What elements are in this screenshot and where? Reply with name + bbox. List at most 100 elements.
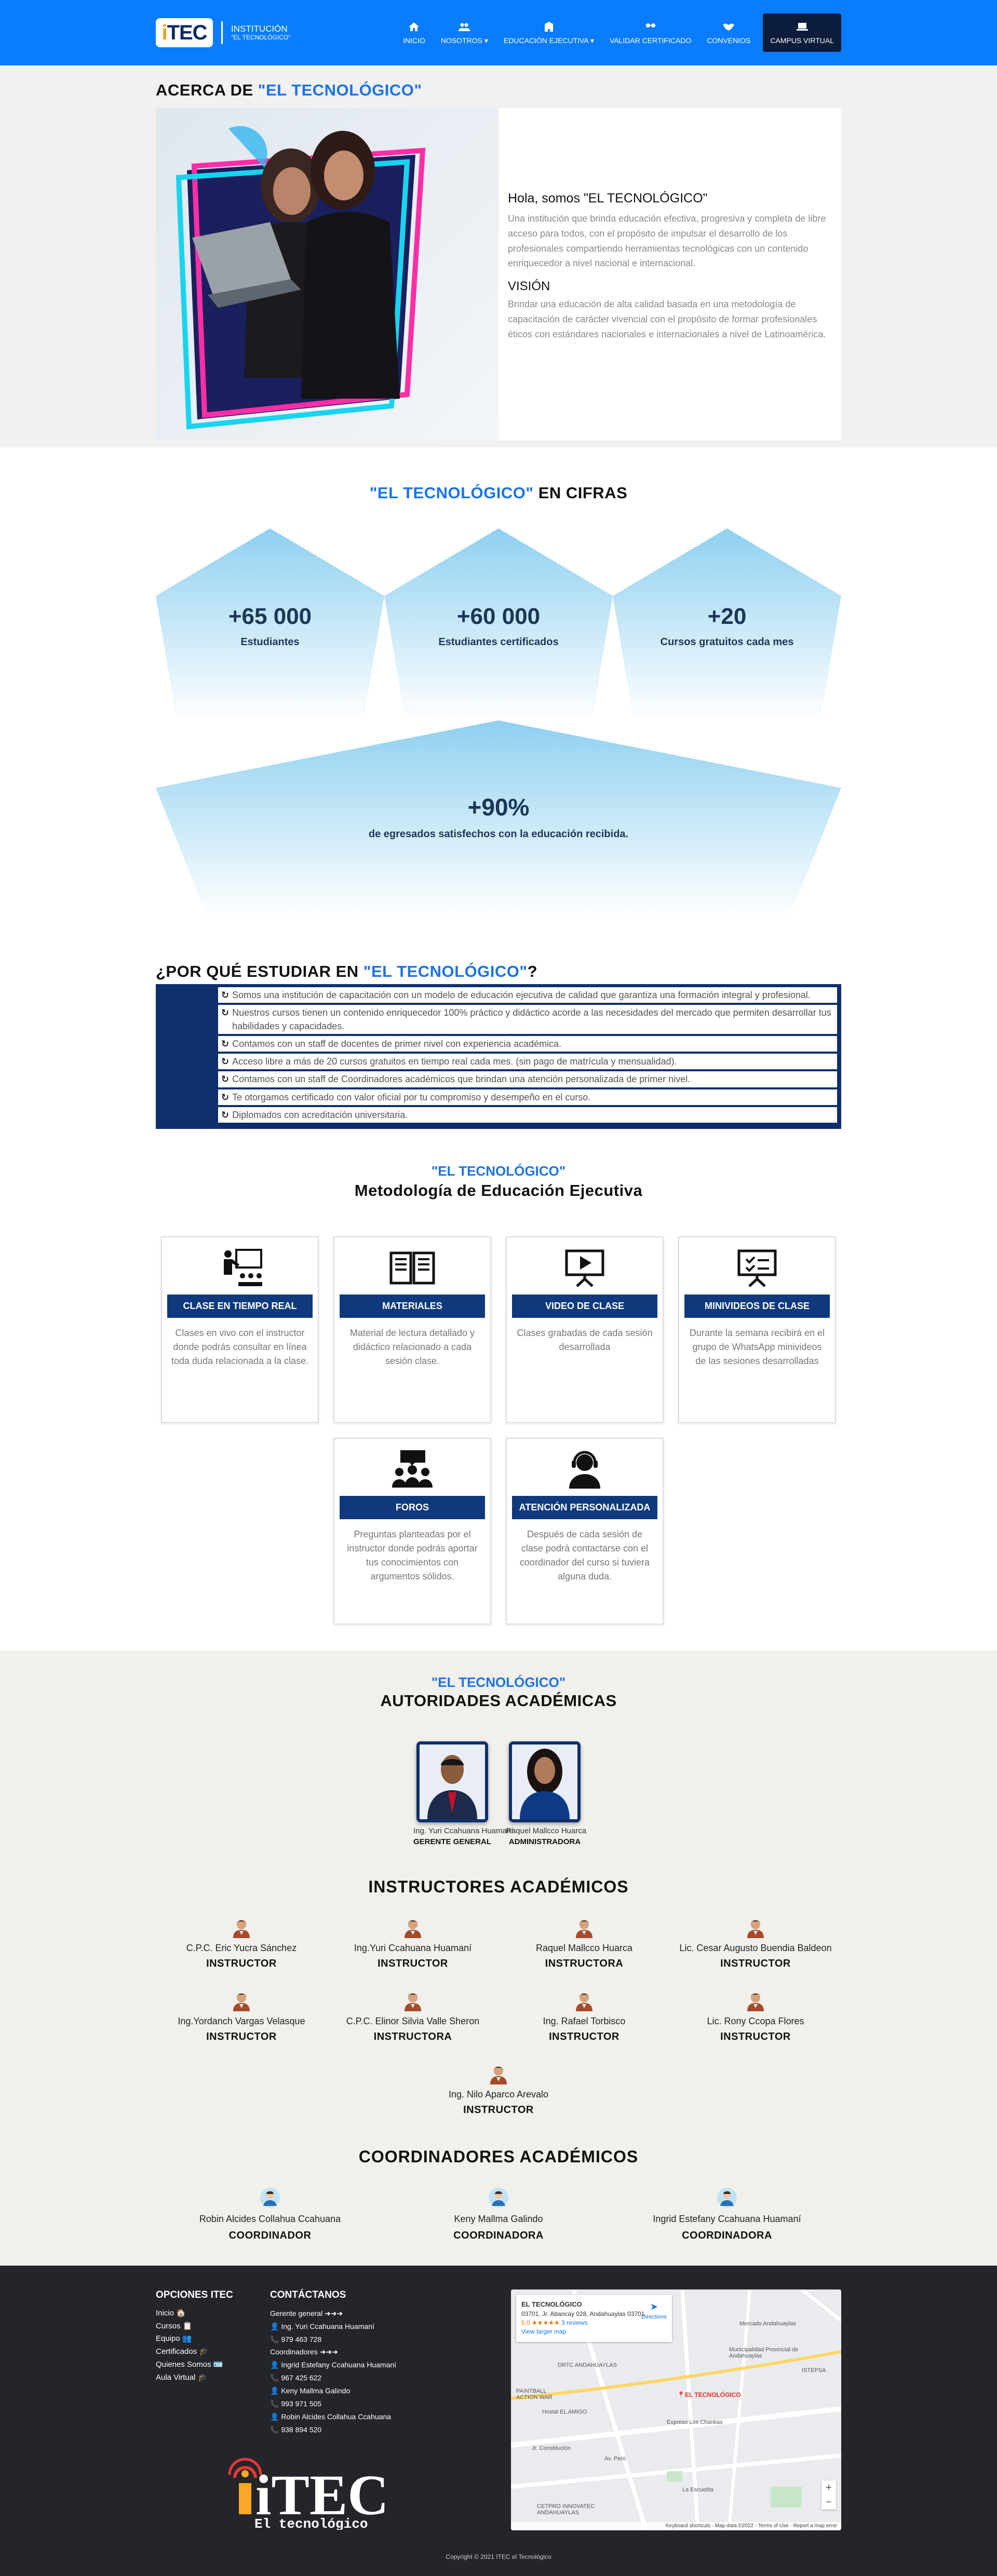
stat-value: +90% [467,794,530,821]
building-icon [544,21,553,32]
list-item: ↻ Acceso libre a más de 20 cursos gratuit… [218,1054,837,1072]
list-item: ↻ Nuestros cursos tienen un contenido enr… [218,1005,837,1037]
map-attribution: Keyboard shortcuts · Map data ©2022 · Te… [511,2522,841,2530]
met-tag: FOROS [340,1495,485,1519]
contact-line: 👤 Ingrid Estefany Ccahuana Huamaní [270,2361,397,2369]
footer-link-quienes-somos[interactable]: Quienes Somos 🪪 [156,2359,270,2371]
contact-line: Coordinadores ➜➜➜ [270,2348,338,2356]
met-tag: MATERIALES [340,1294,485,1318]
stat-cursos-gratuitos: +20 Cursos gratuitos cada mes [613,528,841,720]
instructor-card: Ing. Rafael Torbisco INSTRUCTOR [498,1991,670,2043]
nav-campus-virtual[interactable]: CAMPUS VIRTUAL [763,13,841,52]
brand[interactable]: i TEC INSTITUCIÓN "EL TECNOLÓGICO" [156,18,291,47]
coordinator-name: Robin Alcides Collahua Ccahuana [199,2213,341,2224]
instructor-name: Ing.Yordanch Vargas Velasque [178,2015,305,2026]
met-card-atencion-personalizada: ATENCIÓN PERSONALIZADA Después de cada s… [506,1437,664,1625]
instructores-grid: C.P.C. Eric Yucra Sánchez INSTRUCTOR Ing.… [156,1917,841,2116]
nav-convenios-label: CONVENIOS [707,36,751,45]
contact-line: 📞 967 425 622 [270,2374,322,2382]
met-text: Durante la semana recibirá en el grupo d… [689,1327,825,1366]
contact-line: Gerente general ➜➜➜ [270,2309,343,2318]
map-pin[interactable]: 📍EL TECNOLÓGICO [677,2391,741,2398]
authority-name: Raquel Mallcco Huarca [506,1826,587,1835]
users-icon [459,23,470,31]
about-section: ACERCA DE "EL TECNOLÓGICO" Hola, somos "… [0,65,997,447]
footer-link-equipo[interactable]: Equipo 👥 [156,2333,270,2346]
footer-logo-sub: El tecnológico [254,2516,368,2530]
top-navbar: i TEC INSTITUCIÓN "EL TECNOLÓGICO" INICIO… [0,0,997,65]
instructor-card: Lic. Cesar Augusto Buendia Baldeon INSTRU… [670,1917,841,1970]
footer-link-inicio[interactable]: Inicio 🏠 [156,2307,270,2320]
coordinadores-title: COORDINADORES ACADÉMICOS [358,2147,639,2166]
about-paragraph: Una institución que brinda educación efe… [508,213,826,269]
footer-link-certificados[interactable]: Certificados 🎓 [156,2346,270,2359]
met-text: Clases grabadas de cada sesión desarroll… [517,1327,653,1352]
instructor-role: INSTRUCTOR [549,2030,619,2042]
video-board-icon [565,1249,604,1287]
authority-card: Ing. Yuri Ccahuana Huamaní GERENTE GENER… [413,1741,514,1846]
met-tag: MINIVIDEOS DE CLASE [684,1294,830,1318]
met-tag: VIDEO DE CLASE [512,1294,657,1318]
history-icon: ↻ [221,1039,230,1050]
autoridades-title: AUTORIDADES ACADÉMICAS [380,1691,617,1710]
metodologia-section: "EL TECNOLÓGICO" Metodología de Educació… [0,1144,997,1651]
teacher-avatar-icon [576,1993,592,2011]
team-subtitle: "EL TECNOLÓGICO" [431,1674,566,1690]
list-item: ↻ Diplomados con acreditación universitar… [218,1107,837,1125]
authority-name: Ing. Yuri Ccahuana Huamaní [413,1826,514,1835]
stat-label: Cursos gratuitos cada mes [660,636,794,648]
vision-title: VISIÓN [508,279,550,294]
map-rating: 5.0 ★★★★★ [521,2319,560,2326]
nav-inicio[interactable]: INICIO [400,18,428,48]
stat-value: +20 [707,604,747,629]
footer-options-title: OPCIONES ITEC [156,2289,233,2300]
stat-value: +65 000 [228,604,312,629]
contact-line: 📞 938 894 520 [270,2425,322,2434]
team-section: "EL TECNOLÓGICO" AUTORIDADES ACADÉMICAS … [0,1650,997,2266]
coordinator-avatar-icon [717,2187,737,2207]
zoom-in-button[interactable]: + [821,2480,836,2495]
why-title: ¿POR QUÉ ESTUDIAR EN "EL TECNOLÓGICO"? [156,962,538,980]
brand-line2: "EL TECNOLÓGICO" [231,33,291,41]
map-label: Expreso Los Chankas [667,2419,723,2425]
nav-convenios[interactable]: CONVENIOS [704,18,753,48]
met-tag: CLASE EN TIEMPO REAL [167,1294,313,1318]
laptop-icon [796,23,808,31]
footer-link-aula-virtual[interactable]: Aula Virtual 🎓 [156,2371,270,2384]
contact-line: 👤 Keny Mallma Galindo [270,2387,351,2395]
coordinator-avatar-icon [260,2187,280,2207]
nav-educacion-ejecutiva[interactable]: EDUCACIÓN EJECUTIVA ▾ [501,18,597,48]
view-larger-map-link[interactable]: View larger map [521,2328,566,2335]
met-tag: ATENCIÓN PERSONALIZADA [512,1495,657,1519]
map-info-card: EL TECNOLÓGICO 03701, Jr. Abancay 028, A… [516,2294,672,2342]
handshake-icon [723,23,735,31]
stat-label: Estudiantes [240,636,300,648]
google-map-embed[interactable]: EL TECNOLÓGICO 03701, Jr. Abancay 028, A… [511,2289,841,2530]
footer-link-cursos[interactable]: Cursos 📋 [156,2320,270,2333]
nav-inicio-label: INICIO [403,36,425,45]
history-icon: ↻ [221,990,230,1000]
met-text: Preguntas planteadas por el instructor d… [347,1529,478,1582]
map-reviews-link[interactable]: 3 reviews [561,2319,588,2326]
map-label: ISTEPSA [802,2367,826,2374]
vision-text: Brindar una educación de alta calidad ba… [508,299,826,339]
met-card-materiales: MATERIALES Material de lectura detallado… [333,1236,491,1423]
zoom-out-button[interactable]: − [821,2495,836,2510]
instructor-name: Raquel Mallcco Huarca [535,1942,633,1953]
map-label: Hostal EL AMIGO [542,2408,587,2415]
contact-line: 📞 979 463 728 [270,2335,322,2343]
nav-validar-certificado[interactable]: VALIDAR CERTIFICADO [607,18,694,48]
avatar [509,1741,581,1822]
directions-button[interactable]: ➤ Directions [641,2300,667,2322]
nav-nosotros[interactable]: NOSOTROS ▾ [438,18,491,48]
contact-line: 👤 Robin Alcides Collahua Ccahuana [270,2413,392,2421]
map-label: Av. Perú [604,2455,626,2462]
list-item: ↻ Contamos con un staff de Coordinadores … [218,1071,837,1089]
home-icon [409,22,420,31]
history-icon: ↻ [221,1109,230,1120]
why-list: ↻ Somos una institución de capacitación c… [156,984,841,1129]
stat-satisfaccion: +90% de egresados satisfechos con la edu… [156,720,841,918]
coordinator-name: Ingrid Estefany Ccahuana Huamaní [653,2213,801,2224]
map-label: DRTC ANDAHUAYLAS [558,2362,617,2368]
instructor-card: Ing.Yordanch Vargas Velasque INSTRUCTOR [156,1991,327,2043]
